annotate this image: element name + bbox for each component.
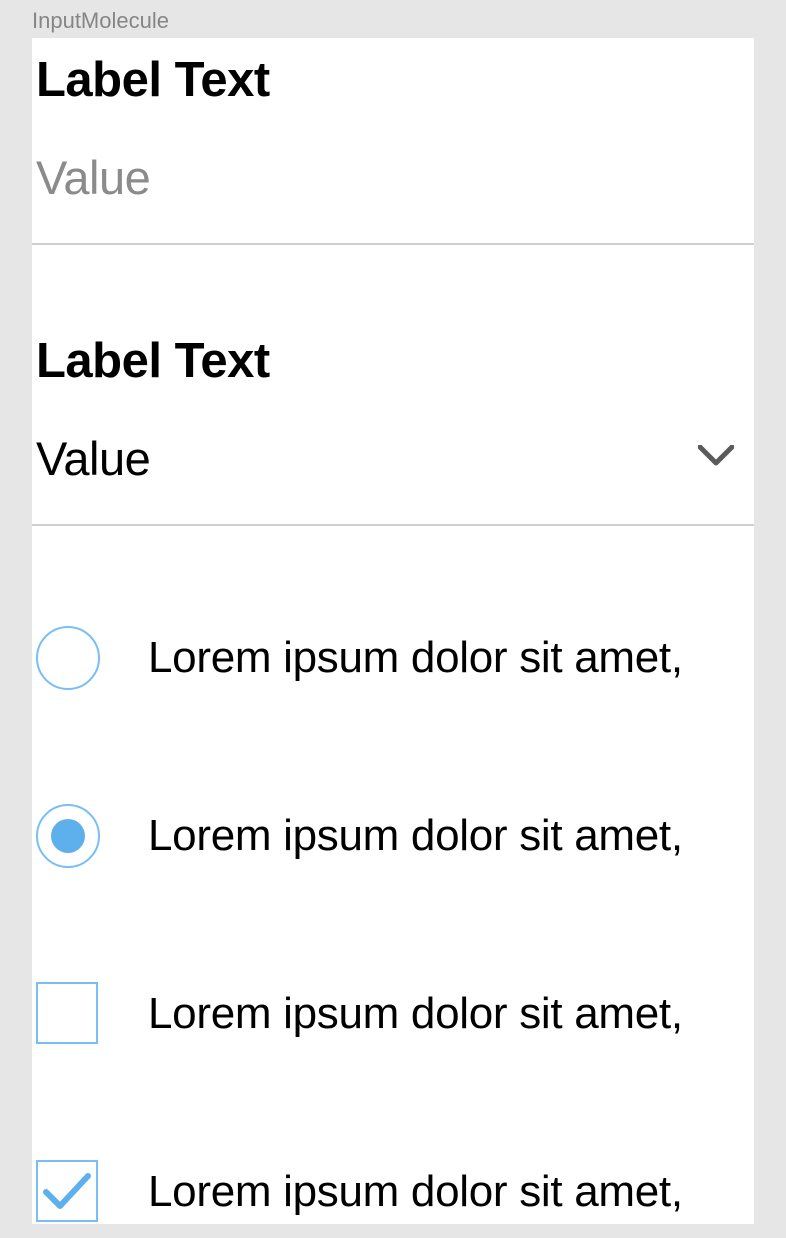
radio-option[interactable]: Lorem ipsum dolor sit amet, — [32, 626, 754, 690]
component-title: InputMolecule — [0, 0, 786, 38]
options-list: Lorem ipsum dolor sit amet, Lorem ipsum … — [32, 526, 754, 1224]
checkbox-option[interactable]: Lorem ipsum dolor sit amet, — [32, 982, 754, 1046]
checkbox-option[interactable]: Lorem ipsum dolor sit amet, — [32, 1160, 754, 1224]
select-field-label: Label Text — [32, 319, 754, 389]
text-input[interactable]: Value — [32, 108, 754, 245]
option-label: Lorem ipsum dolor sit amet, — [148, 811, 683, 861]
select-input-value: Value — [36, 431, 150, 486]
option-label: Lorem ipsum dolor sit amet, — [148, 633, 683, 683]
select-input[interactable]: Value — [32, 389, 754, 526]
checkbox-checked-icon — [36, 1160, 100, 1224]
option-label: Lorem ipsum dolor sit amet, — [148, 989, 683, 1039]
select-field-group: Label Text Value — [32, 319, 754, 526]
radio-checked-icon — [36, 804, 100, 868]
checkbox-unchecked-icon — [36, 982, 100, 1046]
spacer — [32, 245, 754, 319]
radio-option[interactable]: Lorem ipsum dolor sit amet, — [32, 804, 754, 868]
component-card: Label Text Value Label Text Value Lorem … — [32, 38, 754, 1224]
text-field-label: Label Text — [32, 38, 754, 108]
chevron-down-icon — [698, 445, 734, 472]
text-field-group: Label Text Value — [32, 38, 754, 245]
radio-unchecked-icon — [36, 626, 100, 690]
option-label: Lorem ipsum dolor sit amet, — [148, 1167, 683, 1217]
text-input-placeholder: Value — [36, 150, 150, 205]
